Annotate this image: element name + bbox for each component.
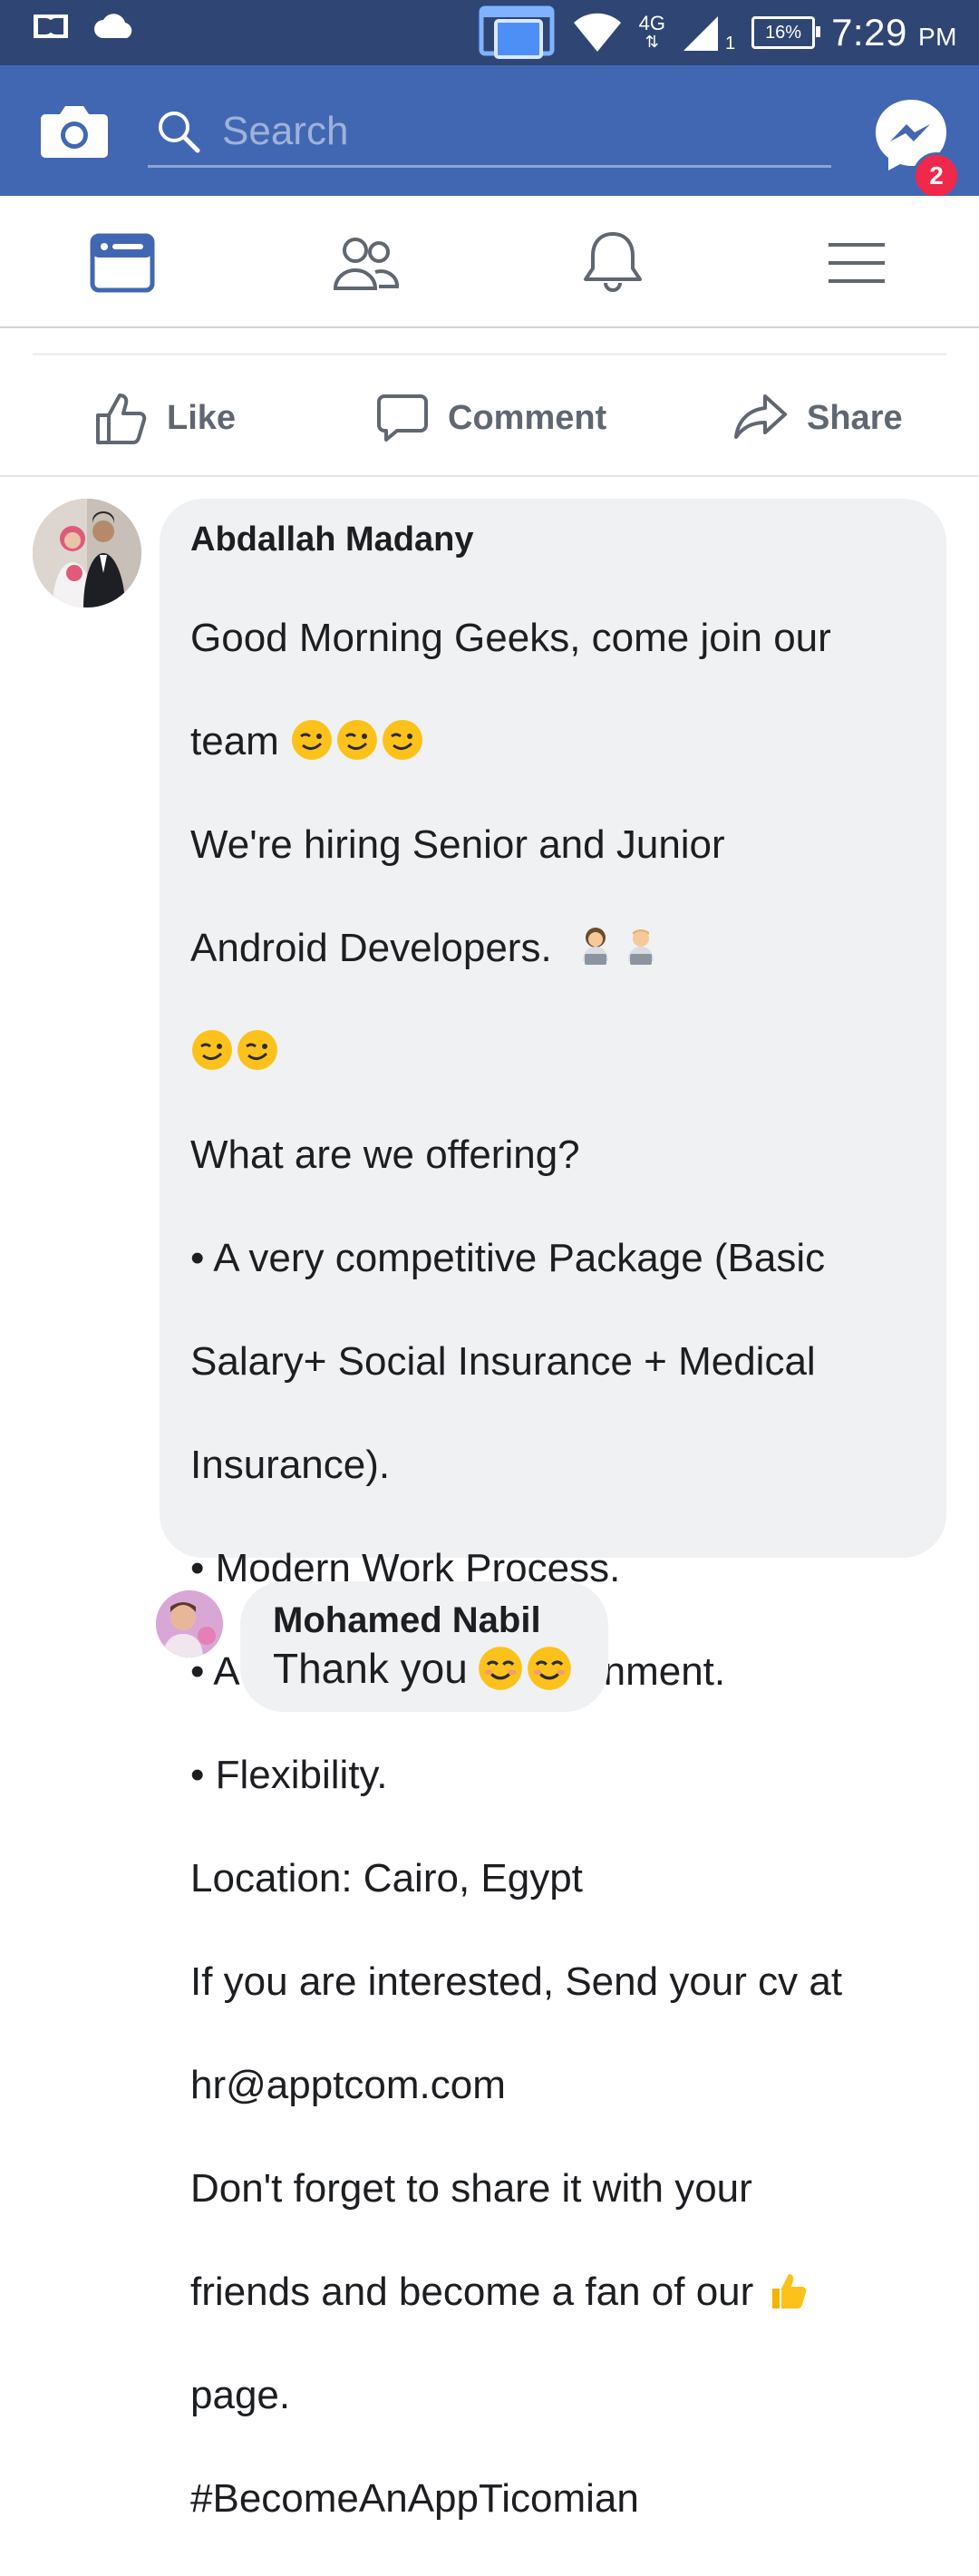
wifi-icon (573, 13, 621, 52)
thumbs-up-emoji (771, 2274, 806, 2309)
winking-face-emoji (292, 720, 333, 760)
status-left-icons (33, 13, 138, 40)
winking-face-emoji (192, 1030, 232, 1070)
comment-bubble[interactable]: Mohamed Nabil Thank you (240, 1581, 608, 1712)
comment-line: Salary+ Social Insurance + Medical (190, 1339, 816, 1384)
winking-face-emoji (237, 1030, 277, 1070)
comment-body: Thank you (273, 1641, 576, 1696)
signal-icon (683, 16, 718, 51)
comment-line-text: Android Developers. (190, 926, 552, 970)
share-button[interactable]: Share (732, 386, 903, 450)
smiling-face-emoji (527, 1647, 571, 1690)
comment-author[interactable]: Mohamed Nabil (273, 1599, 576, 1641)
menu-icon[interactable] (819, 228, 892, 297)
news-feed-icon[interactable] (87, 228, 160, 297)
email-link[interactable]: hr@apptcom.com (190, 2059, 916, 2111)
comment-line: Don't forget to share it with your (190, 2166, 752, 2211)
comment-body: Good Morning Geeks, come join our team W… (190, 560, 916, 2576)
clock-ampm: PM (918, 23, 957, 51)
hashtag-link[interactable]: #BecomeAnAppTicomian (190, 2473, 916, 2524)
share-label: Share (807, 398, 903, 437)
thumbs-up-outline-icon (96, 394, 147, 444)
comment-line: • A very competitive Package (Basic (190, 1236, 826, 1280)
avatar[interactable] (33, 499, 141, 608)
clock: 7:29 PM (831, 11, 957, 54)
comment-line: Location: Cairo, Egypt (190, 1856, 583, 1900)
comment-line: Thank you (273, 1645, 468, 1692)
search-placeholder: Search (222, 109, 349, 153)
signal-sub: 1 (724, 33, 736, 53)
comment-line: friends and become a fan of our (190, 2266, 916, 2318)
battery-icon: 16% (751, 16, 821, 49)
comment-line-text: team (190, 719, 279, 763)
camera-icon[interactable] (40, 103, 109, 160)
comment-line: We're hiring Senior and Junior (190, 822, 725, 867)
man-technologist-emoji (628, 929, 654, 965)
tab-bar (0, 196, 979, 328)
post-actions: Like Comment Share (0, 372, 979, 464)
emoji-group (477, 1645, 575, 1692)
comment-line-text: friends and become a fan of our (190, 2270, 754, 2314)
cloud-icon (94, 14, 132, 39)
comment-label: Comment (448, 398, 607, 437)
post-divider (33, 354, 946, 355)
battery-level: 16% (765, 22, 802, 43)
friends-icon[interactable] (330, 228, 402, 297)
messenger-badge: 2 (913, 152, 960, 199)
comment-line: If you are interested, Send your cv at (190, 1959, 843, 2004)
data-arrows-icon: ⇅ (645, 33, 659, 51)
section-separator (0, 475, 979, 477)
comment-line: page. (190, 2373, 291, 2417)
comment-line: What are we offering? (190, 1132, 580, 1177)
network-indicator: 4G ⇅ (638, 12, 665, 52)
clock-time: 7:29 (831, 11, 907, 53)
network-type: 4G (638, 12, 665, 34)
search-icon (159, 112, 200, 153)
status-right-icons: 4G ⇅ 1 16% 7:29 PM (478, 5, 957, 60)
profile-photo-icon (156, 1590, 223, 1657)
comment-line: Good Morning Geeks, come join our (190, 616, 831, 660)
comment-line: team (190, 715, 916, 767)
dolby-icon (34, 15, 68, 38)
profile-photo-icon (33, 499, 141, 608)
comment-author[interactable]: Abdallah Madany (190, 519, 916, 560)
comment-line: Android Developers. (190, 922, 916, 974)
comment-line: Insurance). (190, 1443, 391, 1487)
app-bar: Search 2 (0, 65, 979, 199)
comment-line: • Flexibility. (190, 1753, 388, 1797)
notifications-bell-icon[interactable] (577, 228, 649, 297)
comment-bubble[interactable]: Abdallah Madany Good Morning Geeks, come… (160, 499, 946, 2521)
status-bar: 4G ⇅ 1 16% 7:29 PM (0, 0, 979, 65)
woman-technologist-emoji (583, 928, 609, 965)
avatar[interactable] (156, 1590, 223, 1657)
smiling-face-emoji (478, 1647, 522, 1690)
screen-mirror-icon (479, 5, 555, 59)
like-button[interactable]: Like (92, 386, 236, 450)
search-input[interactable]: Search (148, 98, 831, 168)
comment-bubble-icon (377, 394, 428, 442)
comment-line (190, 1026, 916, 1077)
like-label: Like (167, 398, 237, 437)
winking-face-emoji (383, 720, 423, 760)
winking-face-emoji (337, 720, 378, 760)
share-arrow-icon (734, 394, 787, 439)
comment-button[interactable]: Comment (375, 386, 606, 450)
